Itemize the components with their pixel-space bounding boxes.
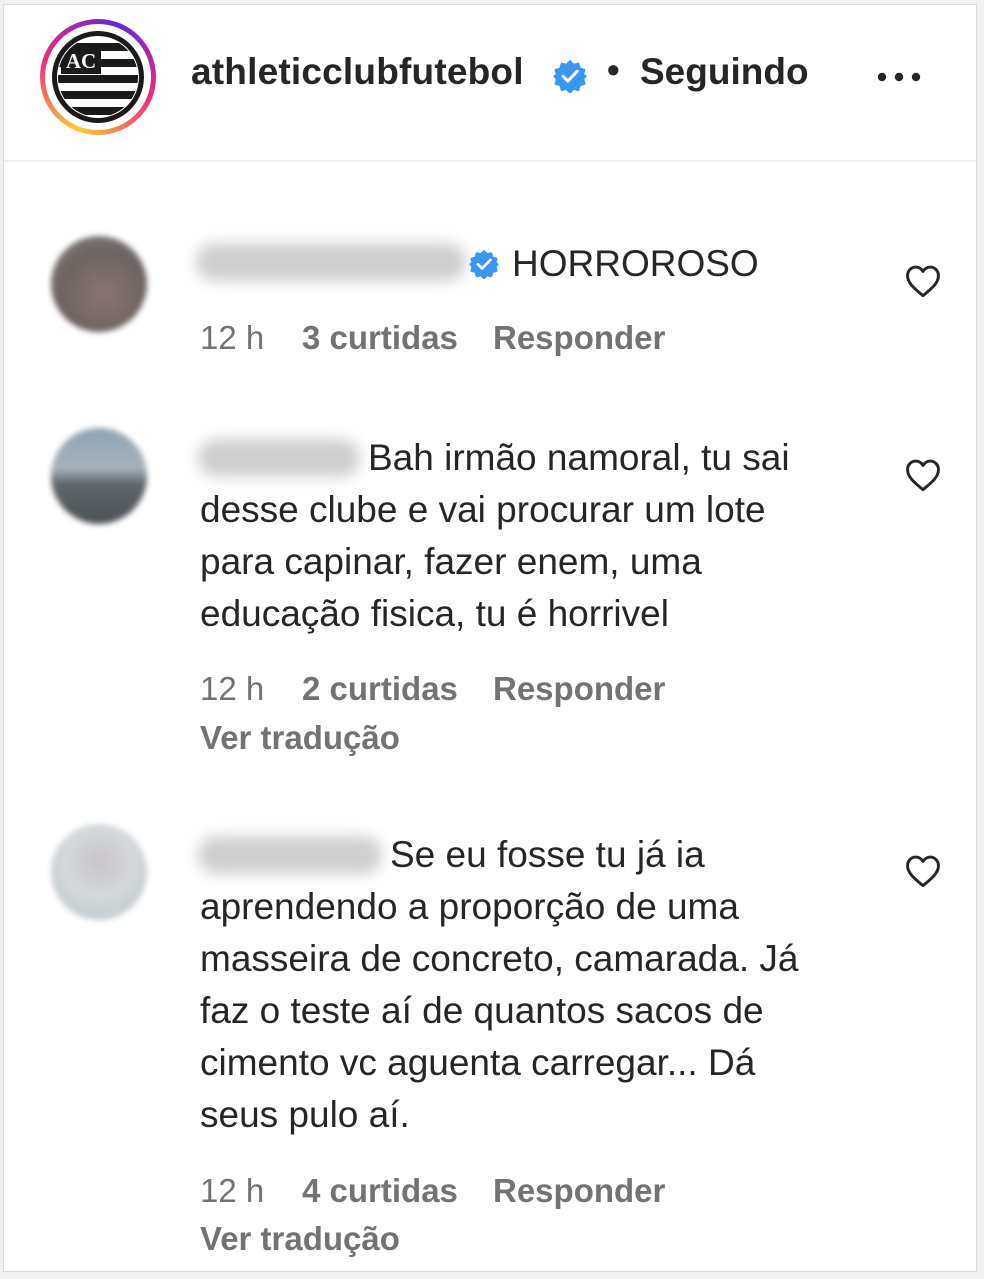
verified-badge-icon bbox=[469, 249, 499, 279]
reply-button[interactable]: Responder bbox=[493, 319, 665, 357]
like-heart-icon[interactable] bbox=[904, 854, 942, 888]
comment-text: HORROROSO bbox=[512, 243, 759, 284]
commenter-username-redacted[interactable] bbox=[196, 243, 466, 281]
see-translation-link[interactable]: Ver tradução bbox=[200, 1220, 400, 1258]
reply-button[interactable]: Responder bbox=[493, 1172, 665, 1210]
comment-text-continued: desse clube e vai procurar um lote para … bbox=[200, 489, 766, 634]
comment-time: 12 h bbox=[200, 670, 265, 707]
comment-time: 12 h bbox=[200, 1172, 265, 1209]
comment-likes[interactable]: 4 curtidas bbox=[302, 1172, 458, 1210]
like-heart-icon[interactable] bbox=[904, 264, 942, 298]
club-logo-icon: AC bbox=[52, 31, 144, 123]
profile-avatar[interactable]: AC bbox=[40, 19, 156, 135]
comment-time: 12 h bbox=[200, 319, 265, 356]
commenter-username-redacted[interactable] bbox=[198, 439, 360, 477]
comment-likes[interactable]: 3 curtidas bbox=[302, 319, 458, 357]
comment-text-first-line: Bah irmão namoral, tu sai bbox=[368, 437, 790, 478]
see-translation-link[interactable]: Ver tradução bbox=[200, 719, 400, 757]
post-comments-panel: AC athleticclubfutebol • Seguindo HORROR… bbox=[3, 4, 977, 1272]
commenter-avatar[interactable] bbox=[51, 236, 147, 332]
commenter-username-redacted[interactable] bbox=[198, 836, 382, 874]
verified-badge-icon bbox=[553, 59, 587, 93]
post-author-username[interactable]: athleticclubfutebol bbox=[191, 51, 524, 93]
more-options-icon[interactable] bbox=[874, 67, 924, 87]
logo-lettering: AC bbox=[66, 49, 96, 73]
commenter-avatar[interactable] bbox=[51, 824, 147, 920]
reply-button[interactable]: Responder bbox=[493, 670, 665, 708]
following-button[interactable]: Seguindo bbox=[640, 51, 809, 93]
commenter-avatar[interactable] bbox=[51, 428, 147, 524]
comment-likes[interactable]: 2 curtidas bbox=[302, 670, 458, 708]
separator-dot: • bbox=[607, 49, 620, 90]
post-header: AC athleticclubfutebol • Seguindo bbox=[4, 5, 976, 162]
comment-text-first-line: Se eu fosse tu já ia bbox=[390, 834, 705, 875]
comment-text-continued: aprendendo a proporção de uma masseira d… bbox=[200, 886, 799, 1135]
like-heart-icon[interactable] bbox=[904, 458, 942, 492]
